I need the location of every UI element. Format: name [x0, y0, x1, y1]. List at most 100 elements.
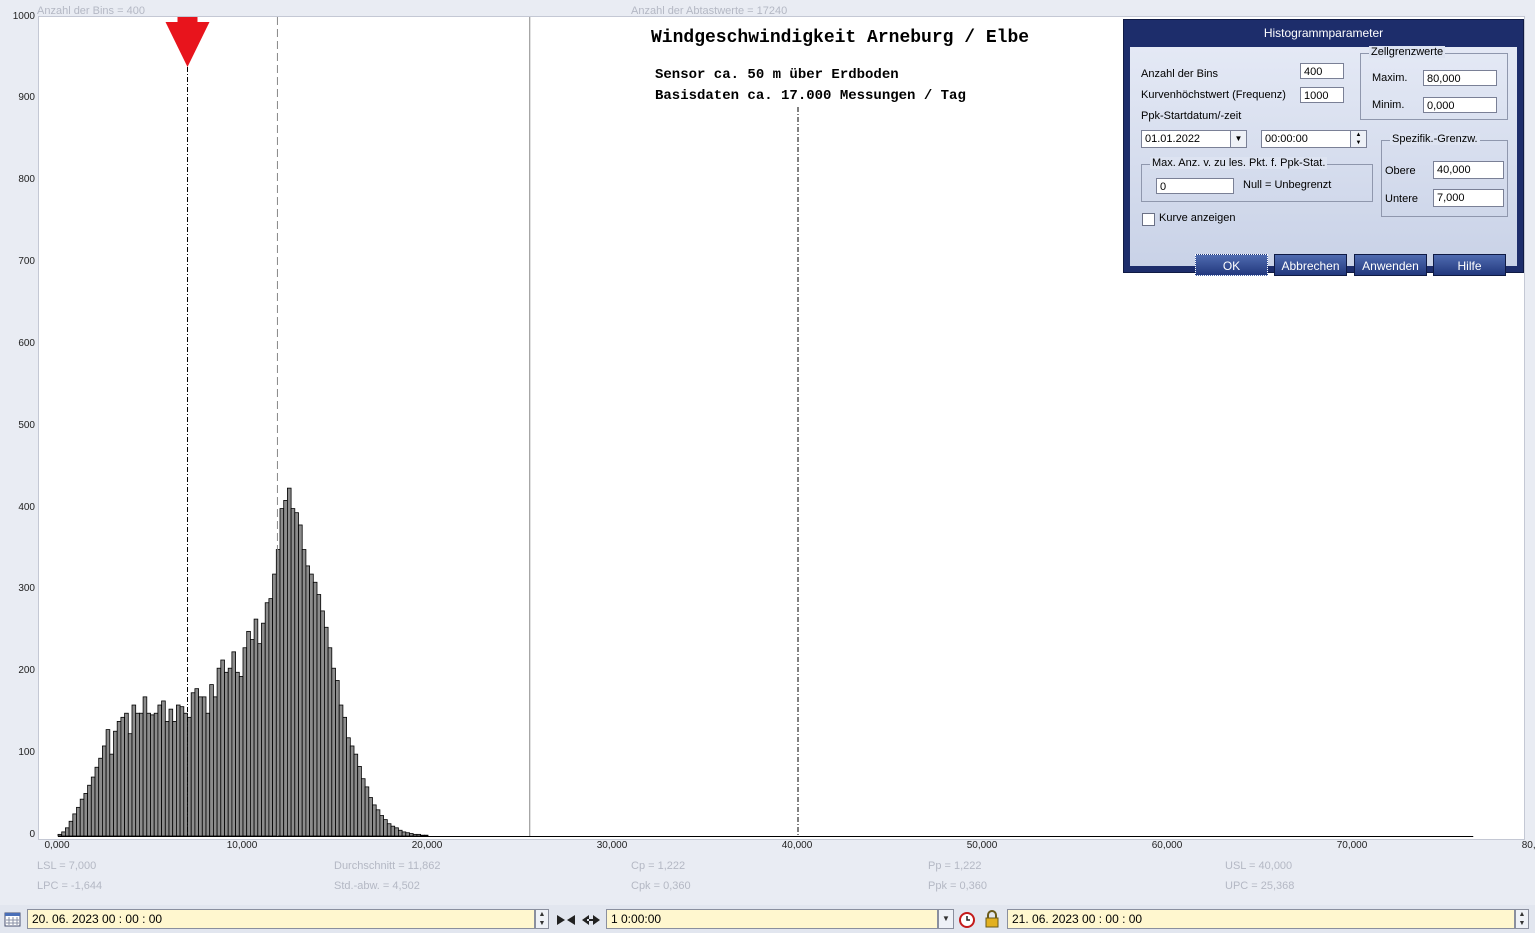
- lock-icon[interactable]: [983, 910, 1001, 928]
- stat-pp: Pp = 1,222: [928, 860, 982, 872]
- max-count-input[interactable]: 0: [1156, 178, 1234, 194]
- histogram-bar: [64, 827, 70, 837]
- start-datetime-spinner-icon[interactable]: ▲ ▼: [535, 909, 549, 929]
- y-tick-label: 100: [18, 747, 35, 759]
- histogram-bar: [113, 730, 118, 837]
- histogram-bar: [235, 671, 240, 837]
- dialog-title: Histogrammparameter: [1263, 26, 1384, 40]
- spec-upper-input[interactable]: 40,000: [1433, 161, 1504, 179]
- max-frequency-input[interactable]: 1000: [1300, 87, 1344, 103]
- histogram-bar: [127, 733, 133, 837]
- x-tick-label: 80,000: [1521, 840, 1535, 851]
- histogram-bar: [231, 651, 236, 837]
- ppk-start-label: Ppk-Startdatum/-zeit: [1141, 110, 1242, 122]
- end-datetime-spinner-icon[interactable]: ▲ ▼: [1515, 909, 1529, 929]
- max-count-hint: Null = Unbegrenzt: [1243, 179, 1332, 191]
- stat-usl: USL = 40,000: [1225, 860, 1293, 872]
- stat-lsl: LSL = 7,000: [37, 860, 97, 872]
- time-spinner-icon[interactable]: ▲ ▼: [1350, 131, 1366, 147]
- chevron-down-icon[interactable]: ▼: [1230, 131, 1246, 147]
- help-button[interactable]: Hilfe: [1433, 254, 1506, 276]
- y-tick-label: 300: [18, 583, 35, 595]
- ok-button[interactable]: OK: [1195, 254, 1268, 276]
- histogram-bar: [312, 581, 318, 837]
- histogram-bar: [135, 712, 140, 837]
- histogram-bar: [416, 833, 421, 837]
- histogram-bar: [201, 696, 207, 837]
- histogram-bar: [335, 680, 340, 837]
- time-range-bar: 20. 06. 2023 00 : 00 : 00 ▲ ▼ 1 0:00:00 ▼…: [0, 905, 1535, 933]
- histogram-bar: [420, 834, 425, 837]
- histogram-bar: [161, 700, 166, 837]
- histogram-bar: [68, 820, 74, 837]
- x-tick-label: 40,000: [781, 840, 813, 851]
- histogram-bar: [249, 639, 255, 837]
- histogram-bar: [357, 766, 362, 837]
- end-datetime-input[interactable]: 21. 06. 2023 00 : 00 : 00: [1007, 909, 1515, 929]
- histogram-parameter-dialog: Histogrammparameter Anzahl der Bins 400 …: [1123, 19, 1524, 276]
- histogram-bar: [220, 659, 225, 837]
- spec-lower-input[interactable]: 7,000: [1433, 189, 1504, 207]
- histogram-bar: [164, 721, 170, 837]
- histogram-bar: [212, 696, 218, 837]
- chevron-down-icon[interactable]: ▼: [938, 909, 954, 929]
- cell-min-input[interactable]: 0,000: [1423, 97, 1497, 113]
- stat-upc: UPC = 25,368: [1225, 880, 1295, 892]
- histogram-bar: [150, 714, 155, 837]
- histogram-bar: [227, 667, 233, 837]
- histogram-bar: [98, 757, 103, 837]
- histogram-bars: [57, 487, 429, 837]
- ppk-start-date-value: 01.01.2022: [1145, 133, 1201, 145]
- cell-limits-group: Zellgrenzwerte Maxim. 80,000 Minim. 0,00…: [1360, 46, 1508, 120]
- histogram-bar: [253, 618, 259, 837]
- spec-upper-label: Obere: [1385, 165, 1416, 177]
- ppk-start-date-select[interactable]: 01.01.2022 ▼: [1141, 130, 1247, 148]
- ppk-start-time-input[interactable]: 00:00:00 ▲ ▼: [1261, 130, 1367, 148]
- stat-cpk: Cpk = 0,360: [631, 880, 691, 892]
- stat-cp: Cp = 1,222: [631, 860, 686, 872]
- max-frequency-label: Kurvenhöchstwert (Frequenz): [1141, 89, 1286, 101]
- x-tick-label: 70,000: [1336, 840, 1368, 851]
- x-tick-label: 30,000: [596, 840, 628, 851]
- histogram-window: { "top_info": { "bins_label": "Anzahl de…: [0, 0, 1535, 933]
- y-tick-label: 700: [18, 256, 35, 268]
- histogram-bar: [198, 696, 203, 837]
- histogram-bar: [397, 829, 403, 837]
- cancel-button[interactable]: Abbrechen: [1274, 254, 1347, 276]
- histogram-bar: [257, 643, 262, 837]
- x-tick-label: 50,000: [966, 840, 998, 851]
- histogram-bar: [301, 549, 307, 837]
- interval-select[interactable]: 1 0:00:00: [606, 909, 938, 929]
- histogram-bar: [116, 721, 122, 837]
- zoom-out-arrows-icon[interactable]: [581, 913, 601, 927]
- show-curve-label: Kurve anzeigen: [1159, 212, 1236, 224]
- cell-min-label: Minim.: [1372, 99, 1405, 111]
- histogram-bar: [83, 793, 89, 837]
- histogram-bar: [327, 647, 333, 837]
- histogram-bar: [94, 766, 100, 837]
- histogram-bar: [87, 784, 92, 837]
- histogram-bar: [286, 487, 292, 837]
- zoom-in-arrows-icon[interactable]: [556, 913, 576, 927]
- histogram-bar: [90, 776, 96, 837]
- histogram-bar: [139, 712, 144, 837]
- histogram-bar: [102, 745, 107, 837]
- histogram-bar: [242, 647, 248, 837]
- histogram-bar: [120, 716, 126, 837]
- clock-icon[interactable]: [958, 911, 976, 929]
- bins-input[interactable]: 400: [1300, 63, 1344, 79]
- histogram-bar: [383, 819, 388, 837]
- show-curve-checkbox[interactable]: [1142, 213, 1155, 226]
- max-count-group-label: Max. Anz. v. zu les. Pkt. f. Ppk-Stat.: [1150, 157, 1328, 169]
- calendar-icon[interactable]: [4, 911, 21, 927]
- y-tick-label: 400: [18, 501, 35, 513]
- start-datetime-input[interactable]: 20. 06. 2023 00 : 00 : 00: [27, 909, 535, 929]
- stat-ppk: Ppk = 0,360: [928, 880, 988, 892]
- histogram-bar: [268, 598, 273, 837]
- y-tick-label: 200: [18, 665, 35, 677]
- apply-button[interactable]: Anwenden: [1354, 254, 1427, 276]
- cell-max-input[interactable]: 80,000: [1423, 70, 1497, 86]
- histogram-bar: [338, 704, 344, 837]
- histogram-bar: [57, 833, 63, 837]
- histogram-bar: [190, 692, 196, 837]
